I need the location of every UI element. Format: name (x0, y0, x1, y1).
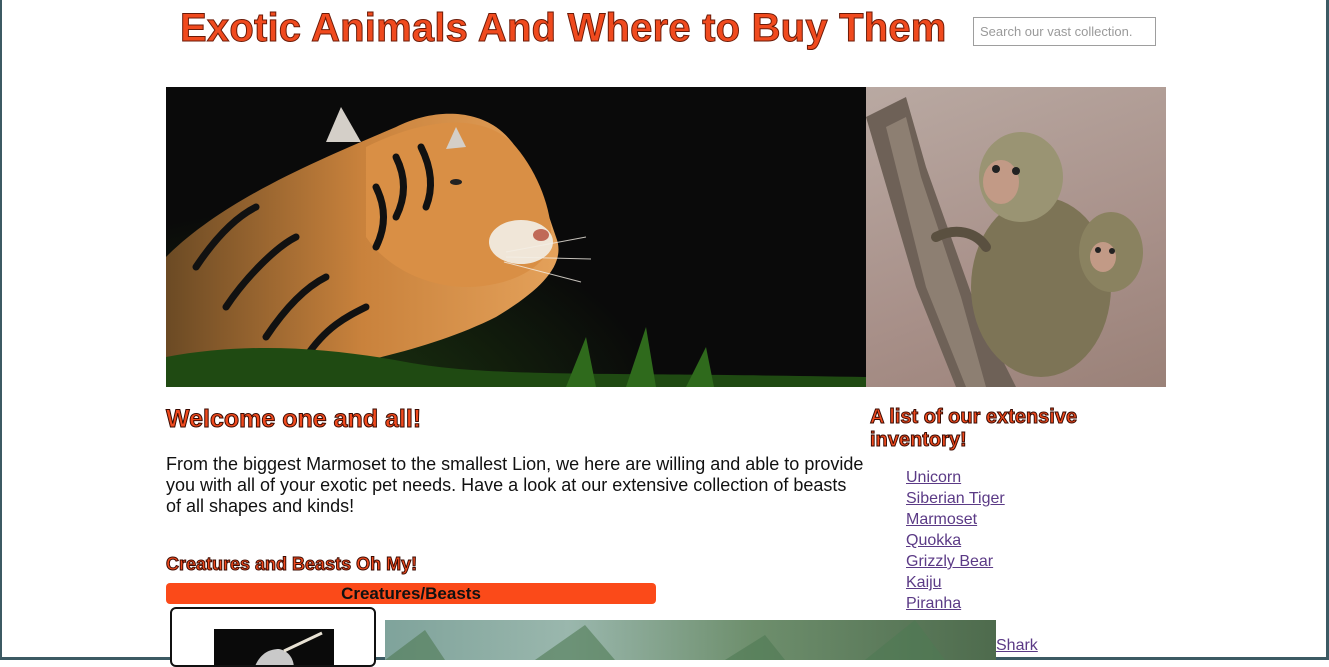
creatures-table-header: Creatures/Beasts (166, 583, 656, 604)
marmoset-photo (866, 87, 1166, 387)
inventory-heading: A list of our extensive inventory! (870, 406, 1078, 452)
site-title: Exotic Animals And Where to Buy Them (180, 6, 947, 51)
marmoset-illustration (866, 97, 1143, 387)
inventory-link-siberian-tiger[interactable]: Siberian Tiger (906, 490, 1005, 507)
inventory-link-unicorn[interactable]: Unicorn (906, 469, 961, 486)
inventory-link-shark[interactable]: Shark (996, 635, 1038, 656)
foliage-illustration (385, 620, 945, 660)
list-item: Marmoset (906, 509, 1005, 530)
window-frame-left (0, 0, 2, 660)
featured-photo (385, 620, 996, 660)
inventory-link-piranha[interactable]: Piranha (906, 595, 961, 612)
inventory-link-marmoset[interactable]: Marmoset (906, 511, 977, 528)
inventory-link-kaiju[interactable]: Kaiju (906, 574, 942, 591)
intro-paragraph: From the biggest Marmoset to the smalles… (166, 454, 864, 516)
list-item: Quokka (906, 530, 1005, 551)
list-item: Kaiju (906, 572, 1005, 593)
list-item: Grizzly Bear (906, 551, 1005, 572)
creature-card[interactable] (170, 607, 376, 667)
narwhal-illustration (255, 631, 323, 665)
search-input[interactable] (973, 17, 1156, 46)
list-item: Piranha (906, 593, 1005, 614)
narwhal-photo (214, 629, 334, 665)
tiger-illustration (166, 107, 866, 387)
welcome-heading: Welcome one and all! (165, 405, 422, 434)
list-item: Unicorn (906, 467, 1005, 488)
list-item: Siberian Tiger (906, 488, 1005, 509)
creatures-heading: Creatures and Beasts Oh My! (165, 554, 418, 575)
inventory-link-grizzly-bear[interactable]: Grizzly Bear (906, 553, 993, 570)
tiger-photo (166, 87, 866, 387)
inventory-link-quokka[interactable]: Quokka (906, 532, 961, 549)
inventory-list: Unicorn Siberian Tiger Marmoset Quokka G… (906, 467, 1005, 614)
